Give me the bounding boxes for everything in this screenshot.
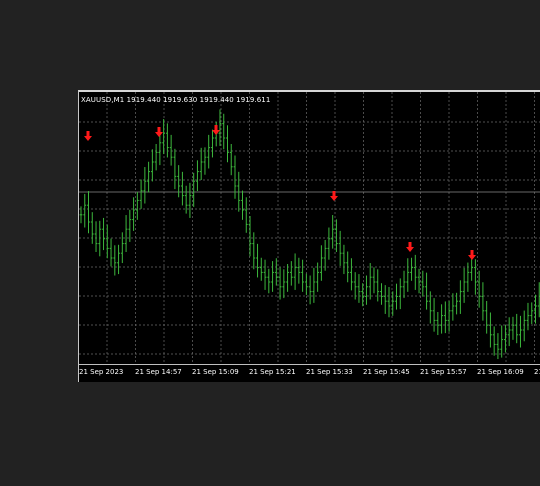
chart-window[interactable]: XAUUSD,M1 1919.440 1919.630 1919.440 191…: [78, 90, 540, 382]
sell-arrow-icon: [330, 191, 338, 201]
time-label: 21 Sep 16:09: [477, 368, 524, 376]
symbol-info: XAUUSD,M1 1919.440 1919.630 1919.440 191…: [81, 96, 271, 104]
price-chart[interactable]: [79, 92, 540, 364]
sell-arrow-icon: [468, 250, 476, 260]
time-label: 21 Sep 15:45: [363, 368, 410, 376]
sell-arrow-icon: [406, 242, 414, 252]
time-label: 21 Sep 14:57: [135, 368, 182, 376]
time-label: 21 Sep 2023: [79, 368, 124, 376]
time-axis: 21 Sep 2023 21 Sep 14:57 21 Sep 15:09 21 Se…: [79, 365, 540, 382]
time-label: 21 Sep 15:33: [306, 368, 353, 376]
sell-arrow-icon: [84, 131, 92, 141]
time-label: 21 Sep 15:09: [192, 368, 239, 376]
sell-arrow-icon: [155, 127, 163, 137]
time-label: 21 Sep 15:21: [249, 368, 296, 376]
time-label: 21: [534, 368, 540, 376]
chart-plot-area[interactable]: XAUUSD,M1 1919.440 1919.630 1919.440 191…: [79, 92, 540, 365]
time-label: 21 Sep 15:57: [420, 368, 467, 376]
